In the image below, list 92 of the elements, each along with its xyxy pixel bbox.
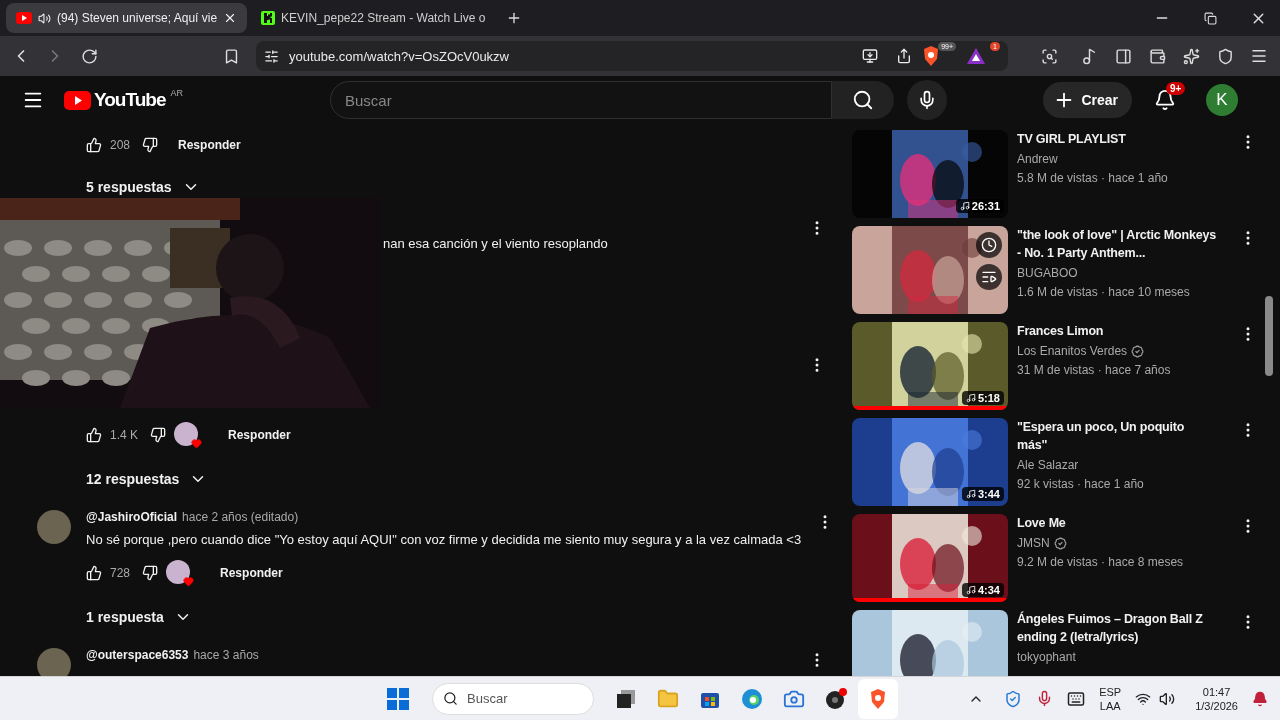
video-meta: 9.2 M de vistas · hace 8 meses <box>1017 554 1185 571</box>
lion-shield-icon[interactable] <box>922 46 940 66</box>
comment-author[interactable]: @JashiroOficial <box>86 510 178 524</box>
browser-tab[interactable]: KEVIN_pepe22 Stream - Watch Live o <box>251 3 496 33</box>
video-meta: 92 k vistas · hace 1 año <box>1017 476 1145 493</box>
sidebar-icon[interactable] <box>1114 47 1132 65</box>
account-avatar[interactable]: K <box>1206 84 1238 116</box>
reply-button[interactable]: Responder <box>228 428 291 442</box>
mic-icon[interactable] <box>917 90 937 110</box>
video-title[interactable]: Love Me <box>1017 514 1217 532</box>
music-note-icon <box>965 393 976 403</box>
video-title[interactable]: TV GIRL PLAYLIST <box>1017 130 1217 148</box>
like-count: 208 <box>110 138 131 152</box>
like-count: 728 <box>110 566 131 580</box>
queue-icon[interactable] <box>981 269 997 285</box>
url-text: youtube.com/watch?v=OsZOcV0ukzw <box>289 48 509 64</box>
sliders-icon[interactable] <box>264 48 279 64</box>
replies-toggle[interactable]: 5 respuestas <box>86 178 200 196</box>
clock[interactable]: 01:47 1/3/2026 <box>1195 684 1238 713</box>
comment-author[interactable]: @outerspace6353 <box>86 648 189 662</box>
like-icon[interactable] <box>86 565 102 581</box>
start-icon[interactable] <box>387 687 409 710</box>
comment-time: hace 3 años <box>193 648 259 662</box>
avatar[interactable] <box>37 648 71 676</box>
like-icon[interactable] <box>86 137 102 153</box>
channel-name[interactable]: JMSN <box>1017 534 1050 553</box>
triangle-rewards-icon[interactable] <box>966 47 986 65</box>
clock-icon[interactable] <box>981 237 997 253</box>
page-search-icon[interactable] <box>1040 47 1058 65</box>
music-icon[interactable] <box>1080 47 1098 65</box>
shield-icon[interactable] <box>1216 47 1234 65</box>
duration-label: 26:31 <box>971 200 1000 212</box>
youtube-logo[interactable]: YouTube AR <box>64 89 330 111</box>
video-title[interactable]: Frances Limon <box>1017 322 1217 340</box>
duration-label: 4:34 <box>977 584 1000 596</box>
search-field[interactable]: Buscar <box>330 81 832 119</box>
music-note-icon <box>965 489 976 499</box>
browser-swirl-icon[interactable] <box>741 687 763 710</box>
volume-icon[interactable] <box>1159 690 1176 707</box>
like-count: 1.4 K <box>110 428 139 442</box>
comment-time: hace 2 años (editado) <box>182 510 299 524</box>
dislike-icon[interactable] <box>150 427 167 443</box>
play-favicon-icon <box>16 12 32 24</box>
mic-button[interactable] <box>907 80 947 120</box>
comment-text: nan esa canción y el viento resoplando <box>383 236 609 253</box>
search-icon <box>443 691 458 706</box>
security-icon[interactable] <box>1004 689 1023 708</box>
channel-name[interactable]: Ale Salazar <box>1017 456 1079 475</box>
menu-icon[interactable] <box>1250 47 1268 65</box>
channel-name[interactable]: Los Enanitos Verdes <box>1017 342 1128 361</box>
video-meta: 1.6 M de vistas · hace 10 meses <box>1017 284 1191 301</box>
comment-text: No sé porque ,pero cuando dice "Yo estoy aquí AQUI" con voz firme y decidida me siento muy segura y a la vez calmada <3 <box>86 532 802 547</box>
channel-name[interactable]: BUGABOO <box>1017 264 1078 283</box>
scrollbar-thumb[interactable] <box>1265 296 1273 376</box>
channel-name[interactable]: Andrew <box>1017 150 1058 169</box>
restore-icon[interactable] <box>1203 11 1217 25</box>
replies-toggle[interactable]: 1 respuesta <box>86 608 192 626</box>
music-note-icon <box>959 201 970 211</box>
task-view-icon[interactable] <box>617 689 635 708</box>
browser-tab[interactable]: (94) Steven universe; Aquí vie <box>6 3 248 33</box>
duration-label: 3:44 <box>977 488 1000 500</box>
share-icon[interactable] <box>896 48 912 64</box>
video-meta: 5.8 M de vistas · hace 1 año <box>1017 170 1169 187</box>
keyboard-icon[interactable] <box>1067 689 1086 708</box>
recorder-icon[interactable] <box>825 687 847 710</box>
install-icon[interactable] <box>862 48 878 64</box>
video-title[interactable]: "Espera un poco, Un poquito más" <box>1017 418 1217 454</box>
notification-icon[interactable] <box>1252 690 1268 707</box>
reload-icon[interactable] <box>80 47 98 65</box>
tab-title: KEVIN_pepe22 Stream - Watch Live o <box>281 11 486 25</box>
like-icon[interactable] <box>86 427 102 443</box>
video-title[interactable]: "the look of love" | Arctic Monkeys - No. 1 Party Anthem... <box>1017 226 1217 262</box>
reply-button[interactable]: Responder <box>220 566 283 580</box>
language-indicator[interactable]: ESP LAA <box>1099 684 1122 713</box>
channel-name[interactable]: tokyophant <box>1017 648 1076 667</box>
dislike-icon[interactable] <box>142 137 159 153</box>
wallet-icon[interactable] <box>1148 47 1166 65</box>
tab-title: (94) Steven universe; Aquí vie <box>57 11 218 25</box>
reply-button[interactable]: Responder <box>178 138 241 152</box>
replies-toggle[interactable]: 12 respuestas <box>86 470 208 488</box>
block-favicon-icon <box>261 11 276 25</box>
search-button[interactable] <box>832 81 894 119</box>
sparkles-icon[interactable] <box>1182 47 1200 65</box>
search-icon[interactable] <box>852 89 874 111</box>
create-button[interactable]: Crear <box>1043 82 1132 118</box>
duration-label: 5:18 <box>977 392 1000 404</box>
dislike-icon[interactable] <box>142 565 159 581</box>
notification-count: 9+ <box>1166 82 1186 95</box>
video-meta: 31 M de vistas · hace 7 años <box>1017 362 1172 379</box>
avatar[interactable] <box>37 510 71 544</box>
music-note-icon <box>965 585 976 595</box>
video-title[interactable]: Ángeles Fuimos – Dragon Ball Z ending 2 (letra/lyrics) <box>1017 610 1217 646</box>
